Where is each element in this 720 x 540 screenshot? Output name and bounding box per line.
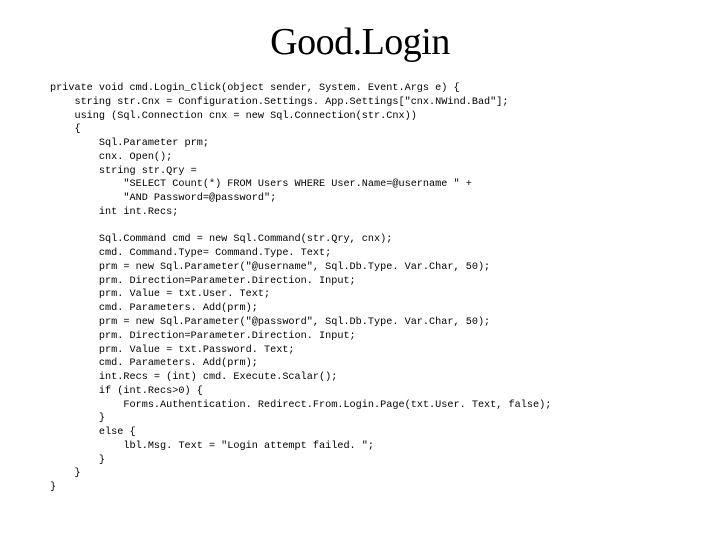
code-block: private void cmd.Login_Click(object send… [30, 82, 690, 495]
slide-title: Good.Login [30, 20, 690, 64]
slide-container: Good.Login private void cmd.Login_Click(… [0, 0, 720, 540]
